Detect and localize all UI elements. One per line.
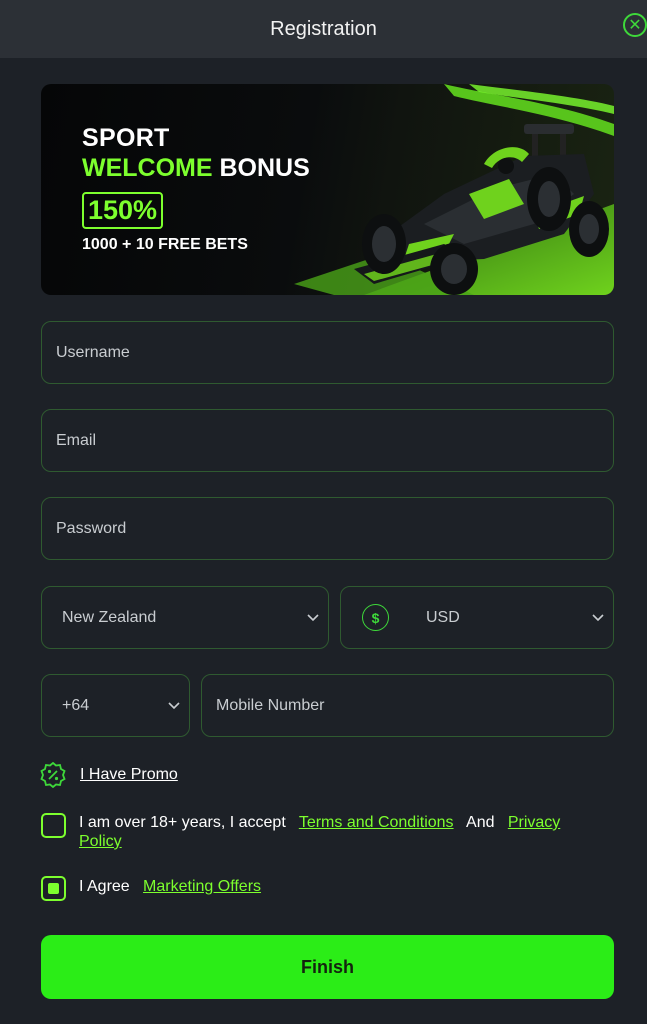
banner-percent: 150% xyxy=(82,192,164,229)
mobile-number-input[interactable] xyxy=(202,696,613,715)
password-input[interactable] xyxy=(42,519,613,538)
and-text: And xyxy=(466,814,495,831)
banner-welcome-text: WELCOME xyxy=(82,154,213,182)
dollar-icon: $ xyxy=(362,604,389,631)
marketing-consent-checkbox[interactable] xyxy=(41,876,66,901)
banner-subtitle: 1000 + 10 FREE BETS xyxy=(82,236,248,253)
finish-button[interactable]: Finish xyxy=(41,935,614,999)
promo-toggle[interactable]: I Have Promo xyxy=(40,762,178,788)
percent-badge-icon xyxy=(40,762,66,788)
age-consent-checkbox[interactable] xyxy=(41,813,66,838)
modal-title: Registration xyxy=(270,17,377,40)
country-select[interactable]: New Zealand xyxy=(41,586,329,649)
phone-code-select[interactable]: +64 xyxy=(41,674,190,737)
banner-welcome-bonus: WELCOME BONUS xyxy=(82,154,310,183)
currency-select[interactable]: $ USD xyxy=(340,586,614,649)
email-field[interactable] xyxy=(41,409,614,472)
email-input[interactable] xyxy=(42,431,613,450)
country-value: New Zealand xyxy=(62,608,157,626)
username-field[interactable] xyxy=(41,321,614,384)
chevron-down-icon xyxy=(592,614,604,622)
username-input[interactable] xyxy=(42,343,613,362)
chevron-down-icon xyxy=(168,702,180,710)
currency-value: USD xyxy=(426,608,460,626)
privacy-link[interactable]: Privacy xyxy=(508,814,560,831)
age-consent-label: I am over 18+ years, I accept xyxy=(79,814,286,831)
password-field[interactable] xyxy=(41,497,614,560)
privacy-link-continued[interactable]: Policy xyxy=(79,833,122,850)
terms-link[interactable]: Terms and Conditions xyxy=(299,814,454,831)
age-consent-text: I am over 18+ years, I accept Terms and … xyxy=(79,813,609,851)
mobile-number-field[interactable] xyxy=(201,674,614,737)
close-icon[interactable]: ✕ xyxy=(623,13,647,37)
welcome-bonus-banner: SPORT WELCOME BONUS 150% 1000 + 10 FREE … xyxy=(41,84,614,295)
chevron-down-icon xyxy=(307,614,319,622)
race-car-image xyxy=(294,84,614,295)
promo-link[interactable]: I Have Promo xyxy=(80,766,178,784)
marketing-offers-link[interactable]: Marketing Offers xyxy=(143,878,261,895)
marketing-consent-text: I Agree Marketing Offers xyxy=(79,877,261,896)
agree-label: I Agree xyxy=(79,878,130,895)
modal-header: Registration ✕ xyxy=(0,0,647,58)
banner-sport-text: SPORT xyxy=(82,124,170,152)
